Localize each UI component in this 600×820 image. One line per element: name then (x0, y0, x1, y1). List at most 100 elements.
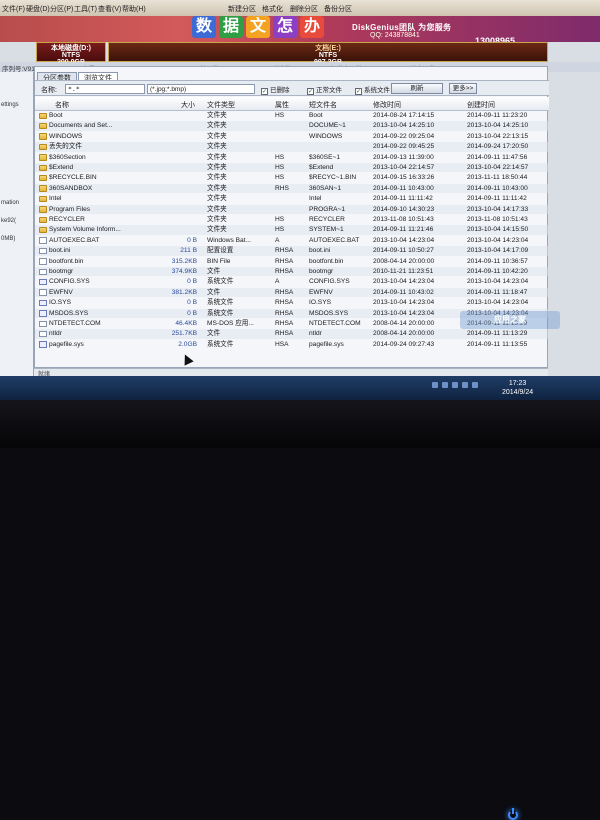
banner-contact: QQ: 243878841 (370, 32, 420, 39)
panel-tabs: 分区参数 浏览文件 (37, 67, 119, 84)
partition-name: 本地磁盘(D:) (50, 45, 92, 52)
file-row[interactable]: 360SANDBOX 文件夹 RHS 360SAN~1 2014-09-11 10:43… (35, 183, 549, 194)
watermark-logo: 应用之家 (460, 311, 560, 329)
file-row[interactable]: System Volume Inform... 文件夹 HS SYSTEM~1 2014… (35, 225, 549, 235)
tray-network-icon[interactable] (432, 382, 438, 388)
partition-d[interactable]: 本地磁盘(D:) NTFS 200.0GB (36, 42, 106, 66)
col-attr[interactable]: 属性 (275, 100, 289, 110)
filter-name-input[interactable]: *.* (65, 84, 145, 94)
file-row[interactable]: boot.ini 211 B 配置设置 RHSA boot.ini 2014-09-11 … (35, 246, 549, 256)
normal-files-checkbox[interactable]: ✓ 正常文件 (307, 84, 342, 95)
file-row[interactable]: bootfont.bin 315.2KB BIN File RHSA bootfont.… (35, 257, 549, 266)
toolbar-backup-partition[interactable]: 备份分区 (324, 4, 352, 14)
filter-ext-input[interactable]: (*.jpg;*.bmp) (147, 84, 255, 94)
partition-fs: NTFS (61, 52, 81, 59)
file-type: 文件夹 (207, 164, 227, 171)
tray-app-icon[interactable] (472, 382, 478, 388)
file-name: Boot (49, 112, 63, 119)
power-icon[interactable] (508, 808, 518, 820)
file-row[interactable]: bootmgr 374.9KB 文件 RHSA bootmgr 2010-11-21 11… (35, 267, 549, 277)
file-row[interactable]: Intel 文件夹 Intel 2014-09-11 11:11:42 2014-09-… (35, 194, 549, 203)
file-row[interactable]: $360Section 文件夹 HS $360SE~1 2014-09-13 11:39… (35, 153, 549, 162)
system-files-checkbox[interactable]: ✓ 系统文件 (355, 84, 390, 95)
col-type[interactable]: 文件类型 (207, 100, 235, 110)
file-row[interactable]: RECYCLER 文件夹 HS RECYCLER 2013-11-08 10:51:43… (35, 215, 549, 224)
file-row[interactable]: pagefile.sys 2.0GB 系统文件 HSA pagefile.sys 2014… (35, 340, 549, 349)
filter-bar: 名称: *.* (*.jpg;*.bmp) ✓ 已删除 ✓ 正常文件 ✓ 系统文件 刷… (35, 80, 549, 96)
file-row[interactable]: $RECYCLE.BIN 文件夹 HS $RECYC~1.BIN 2014-09-15 … (35, 173, 549, 182)
file-row[interactable]: WINDOWS 文件夹 WINDOWS 2014-09-22 09:25:04 2013… (35, 132, 549, 141)
file-modified: 2014-09-22 09:45:25 (373, 143, 435, 151)
file-row[interactable]: Documents and Set... 文件夹 DOCUME~1 2013-10-0… (35, 121, 549, 131)
partition-e[interactable]: 文档(E:) NTFS 997.2GB (108, 42, 548, 66)
toolbar-delete-partition[interactable]: 删除分区 (290, 4, 318, 14)
toolbar-format[interactable]: 格式化 (262, 4, 283, 14)
file-type: 文件 (207, 288, 221, 296)
file-row[interactable]: IO.SYS 0 B 系统文件 RHSA IO.SYS 2013-10-04 14:23:… (35, 298, 549, 307)
brand-char: 文 (246, 16, 270, 38)
file-created: 2014-09-11 11:23:20 (467, 112, 528, 119)
col-created[interactable]: 创建时间 (467, 100, 495, 110)
file-row[interactable]: Program Files 文件夹 PROGRA~1 2014-09-10 14:30… (35, 204, 549, 214)
file-type: 系统文件 (207, 309, 234, 317)
tray-ime-icon[interactable] (462, 382, 468, 388)
file-row[interactable]: CONFIG.SYS 0 B 系统文件 A CONFIG.SYS 2013-10-04 1… (35, 277, 549, 286)
file-row[interactable]: ntldr 251.7KB 文件 RHSA ntldr 2008-04-14 20:00:… (35, 329, 549, 339)
tray-volume-icon[interactable] (442, 382, 448, 388)
file-name: $RECYCLE.BIN (49, 174, 97, 182)
file-icon (39, 268, 47, 275)
file-type: 文件夹 (207, 226, 227, 234)
file-type: 文件夹 (207, 112, 227, 119)
toolbar-new-partition[interactable]: 新建分区 (228, 4, 256, 14)
menu-help[interactable]: 帮助(H) (122, 4, 146, 14)
refresh-button[interactable]: 刷新 (391, 83, 443, 94)
file-modified: 2014-09-11 11:21:46 (373, 226, 434, 234)
menu-disk[interactable]: 硬盘(D) (26, 4, 50, 14)
file-created: 2013-11-08 10:51:43 (467, 216, 528, 223)
file-name: EWFNV (49, 288, 73, 296)
folder-icon (39, 185, 47, 192)
filter-label: 名称: (41, 87, 57, 94)
col-modified[interactable]: 修改时间 (373, 100, 401, 110)
system-file-icon (39, 341, 47, 348)
file-row[interactable]: EWFNV 381.2KB 文件 RHSA EWFNV 2014-09-11 10:43:… (35, 287, 549, 298)
file-row[interactable]: 丢失的文件 文件夹 2014-09-22 09:45:25 2014-09-24 17… (35, 142, 549, 152)
col-size[interactable]: 大小 (181, 100, 195, 110)
file-size: 0 B (187, 299, 197, 307)
folder-icon (39, 174, 47, 182)
partition-name: 文档(E:) (315, 45, 341, 52)
folder-icon (39, 143, 47, 151)
file-short: ntldr (309, 330, 322, 338)
menu-view[interactable]: 查看(V) (98, 4, 121, 14)
file-row[interactable]: AUTOEXEC.BAT 0 B Windows Bat... A AUTOEXEC.B… (35, 236, 549, 245)
file-modified: 2013-10-04 14:23:04 (373, 309, 435, 317)
file-row[interactable]: Boot 文件夹 HS Boot 2014-08-24 17:14:15 2014-09-… (35, 111, 549, 120)
col-name[interactable]: 名称 (55, 100, 69, 110)
menu-tools[interactable]: 工具(T) (74, 4, 97, 14)
file-type: BIN File (207, 257, 231, 265)
col-short-name[interactable]: 短文件名 (309, 100, 337, 110)
more-button[interactable]: 更多>> (449, 83, 477, 94)
file-row[interactable]: $Extend 文件夹 HS $Extend 2013-10-04 22:14:57 20… (35, 163, 549, 173)
partition-fs: NTFS (318, 52, 338, 59)
deleted-checkbox[interactable]: ✓ 已删除 (261, 84, 290, 95)
menu-partition[interactable]: 分区(P) (50, 4, 73, 14)
file-modified: 2014-09-11 10:50:27 (373, 247, 434, 255)
tree-item[interactable]: 0MB) (1, 236, 15, 242)
file-modified: 2013-10-04 14:23:04 (373, 278, 435, 286)
file-modified: 2014-09-11 11:11:42 (373, 195, 433, 203)
tree-item[interactable]: ke92( (1, 218, 16, 224)
file-modified: 2013-10-04 22:14:57 (373, 164, 435, 171)
menu-file[interactable]: 文件(F) (2, 4, 25, 14)
tree-item[interactable]: ettings (1, 102, 19, 108)
menu-bar: 文件(F) 硬盘(D) 分区(P) 工具(T) 查看(V) 帮助(H) 新建分区… (0, 0, 600, 16)
file-modified: 2014-09-11 10:43:00 (373, 184, 434, 192)
file-attr: HS (275, 153, 285, 161)
file-type: 文件 (207, 268, 221, 275)
file-created: 2014-09-11 10:43:00 (467, 184, 528, 192)
tray-flag-icon[interactable] (452, 382, 458, 388)
checkbox-check-icon: ✓ (261, 88, 268, 95)
file-created: 2014-09-11 11:11:42 (467, 195, 527, 203)
taskbar-clock[interactable]: 17:23 2014/9/24 (502, 379, 533, 397)
tree-item[interactable]: mation (1, 200, 19, 206)
